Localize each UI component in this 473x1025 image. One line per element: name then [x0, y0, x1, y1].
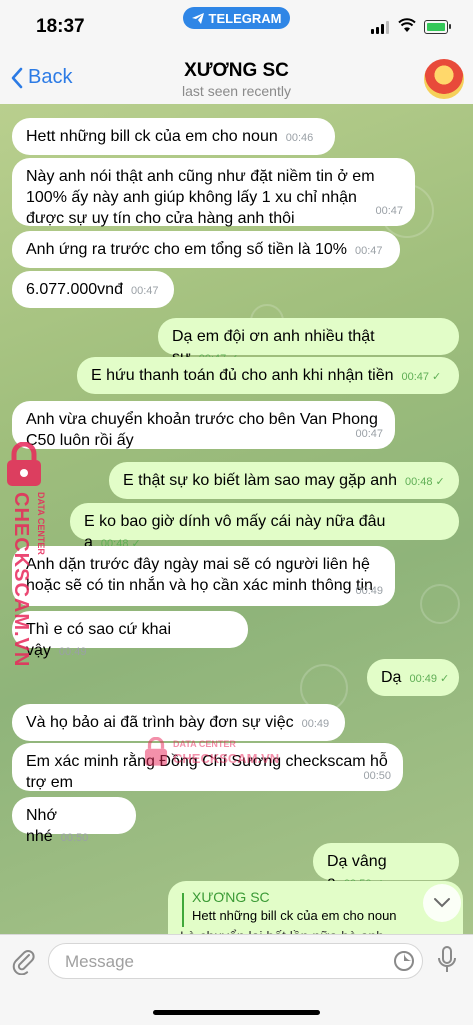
message-text: Nhớ nhé — [26, 807, 57, 845]
message-text: Em xác minh rằng Đồng Chí Sương checksca… — [26, 753, 388, 791]
message-time: 00:49 — [409, 673, 437, 685]
battery-icon — [424, 20, 451, 34]
home-indicator — [153, 1010, 320, 1015]
message-incoming[interactable]: Hett những bill ck của em cho noun 00:46 — [12, 118, 335, 155]
message-text: Này anh nói thật anh cũng như đặt niềm t… — [26, 168, 375, 227]
message-time: 00:49 — [355, 585, 383, 597]
message-outgoing[interactable]: E ko bao giờ dính vô mấy cái này nữa đâu… — [70, 503, 459, 551]
message-text: E hứu thanh toán đủ cho anh khi nhận tiề… — [91, 367, 394, 384]
scroll-down-button[interactable] — [423, 884, 461, 922]
message-text: Hett những bill ck của em cho noun — [26, 128, 278, 145]
chat-subtitle: last seen recently — [182, 83, 291, 99]
message-time: 00:46 — [285, 132, 314, 144]
paperclip-icon[interactable] — [10, 947, 38, 975]
message-time: 00:50 — [60, 832, 89, 844]
message-time: 00:47 — [130, 285, 159, 297]
message-time: 00:47 — [354, 245, 383, 257]
message-incoming[interactable]: 6.077.000vnđ 00:47 — [12, 271, 174, 308]
message-time: 00:49 — [301, 718, 330, 730]
message-incoming[interactable]: Nhớ nhé 00:50 — [12, 797, 136, 845]
message-incoming[interactable]: Em xác minh rằng Đồng Chí Sương checksca… — [12, 743, 403, 791]
sticker-icon[interactable] — [393, 950, 415, 972]
chat-header: Back XƯƠNG SC last seen recently — [0, 50, 473, 105]
message-outgoing[interactable]: Dạ 00:49 ✓ — [367, 659, 459, 696]
message-incoming[interactable]: Anh ứng ra trước cho em tổng số tiền là … — [12, 231, 400, 268]
chevron-down-icon — [434, 898, 450, 908]
message-time: 00:48 — [404, 476, 433, 488]
telegram-icon — [191, 12, 204, 24]
status-time: 18:37 — [36, 16, 85, 37]
message-time: 00:49 — [58, 646, 87, 658]
message-outgoing[interactable]: Dạ em đội ơn anh nhiều thật sự00:47✓ — [158, 318, 459, 366]
message-text: Anh dặn trước đây ngày mai sẽ có người l… — [26, 556, 373, 594]
message-outgoing[interactable]: E thật sự ko biết làm sao may gặp anh 00:… — [109, 462, 459, 499]
telegram-pill-label: TELEGRAM — [208, 10, 282, 26]
reply-author: XƯƠNG SC — [192, 889, 270, 905]
wifi-icon — [398, 18, 416, 32]
message-text: Anh vừa chuyển khoản trước cho bên Van P… — [26, 411, 378, 449]
message-text: Và họ bảo ai đã trình bày đơn sự việc — [26, 714, 294, 731]
message-incoming[interactable]: Này anh nói thật anh cũng như đặt niềm t… — [12, 158, 415, 227]
message-incoming[interactable]: Thì e có sao cứ khai vậy 00:49 — [12, 611, 248, 659]
microphone-icon[interactable] — [436, 945, 458, 975]
read-check-icon: ✓ — [435, 476, 445, 488]
message-incoming[interactable]: Và họ bảo ai đã trình bày đơn sự việc 00:… — [12, 704, 345, 741]
telegram-pill[interactable]: TELEGRAM — [183, 7, 290, 29]
message-text: 6.077.000vnđ — [26, 281, 123, 298]
message-time: 00:47 — [401, 371, 430, 383]
read-check-icon: ✓ — [439, 673, 450, 685]
message-text: Dạ — [381, 669, 402, 686]
message-time: 00:47 — [375, 205, 403, 217]
message-time: 00:47 — [355, 428, 383, 440]
message-outgoing[interactable]: E hứu thanh toán đủ cho anh khi nhận tiề… — [77, 357, 459, 394]
status-bar: 18:37 TELEGRAM — [0, 0, 473, 50]
chat-title[interactable]: XƯƠNG SC — [0, 60, 473, 82]
message-time: 00:50 — [363, 770, 391, 782]
reply-quote-bar — [182, 893, 184, 927]
message-incoming[interactable]: Anh dặn trước đây ngày mai sẽ có người l… — [12, 546, 395, 606]
message-outgoing[interactable]: Dạ vâng ạ00:50✓ — [313, 843, 459, 891]
avatar[interactable] — [424, 59, 464, 99]
message-text: E thật sự ko biết làm sao may gặp anh — [123, 472, 397, 489]
signal-icon — [371, 21, 391, 34]
read-check-icon: ✓ — [432, 371, 442, 383]
message-text: Anh ứng ra trước cho em tổng số tiền là … — [26, 241, 347, 258]
message-input[interactable] — [63, 950, 377, 974]
message-field[interactable] — [48, 943, 423, 979]
reply-quoted-text: Hett những bill ck của em cho noun — [192, 908, 397, 923]
message-incoming[interactable]: Anh vừa chuyển khoản trước cho bên Van P… — [12, 401, 395, 449]
